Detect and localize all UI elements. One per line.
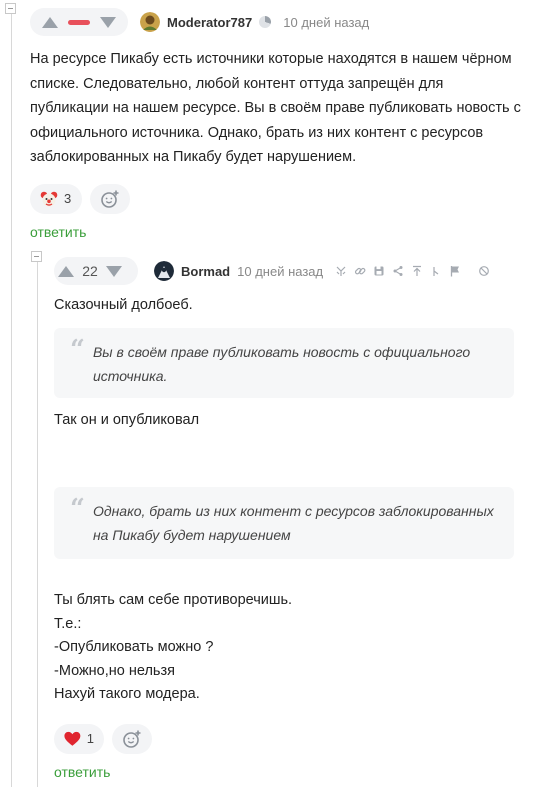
reply-link[interactable]: ответить [54,764,516,780]
comment-tools [331,264,493,278]
add-reaction-button[interactable] [90,183,130,214]
downvote-icon[interactable] [100,16,116,28]
reply-link[interactable]: ответить [30,224,530,240]
author-name[interactable]: Bormad [181,264,230,279]
reaction-count: 3 [64,191,72,206]
comment-text: На ресурсе Пикабу есть источники которые… [30,51,521,165]
pin-icon[interactable] [426,264,445,278]
add-emoji-icon [123,730,141,748]
quote-block: “ Вы в своём праве публиковать новость с… [54,327,514,398]
comment-moderator: Moderator787 10 дней назад На ресурсе Пи… [30,8,530,240]
save-icon[interactable] [369,264,388,278]
comment-header: 22 Bormad 10 дней назад [54,257,516,285]
comment-line: Сказочный долбоеб. [54,297,193,313]
block-icon[interactable] [474,264,493,278]
quote-block: “ Однако, брать из них контент с ресурсо… [54,487,514,559]
add-emoji-icon [101,190,119,208]
comment-tail-text: Ты блять сам себе противоречишь. Т.е.: -… [54,589,516,707]
clown-face-icon [40,191,58,206]
comment-bormad: 22 Bormad 10 дней назад Сказочный долбое… [54,257,516,780]
rating-control: 22 [54,257,138,285]
branch-icon[interactable] [331,264,350,278]
moderator-status-icon [259,16,272,28]
comment-date[interactable]: 10 дней назад [237,264,323,279]
upvote-icon[interactable] [42,16,58,28]
comment-line: Т.е.: [54,615,82,632]
comment-header: Moderator787 10 дней назад [30,8,530,36]
add-reaction-button[interactable] [112,723,152,754]
quote-text: Однако, брать из них контент с ресурсов … [92,503,494,543]
rating-negative-indicator [68,19,90,25]
collapse-toggle-comment1[interactable] [5,3,16,14]
avatar[interactable] [140,12,160,32]
thread-line-reply [37,262,38,787]
share-icon[interactable] [388,264,407,278]
comment-line: Ты блять сам себе противоречишь. [54,592,293,608]
rating-control [30,8,128,36]
author-name[interactable]: Moderator787 [167,15,252,30]
upvote-icon[interactable] [58,265,74,277]
collapse-toggle-comment2[interactable] [31,251,42,262]
avatar[interactable] [154,261,174,281]
reactions-bar: 1 [54,723,516,754]
comment-line: -Опубликовать можно ? [54,639,214,655]
quote-icon: “ [70,494,85,524]
rating-value: 22 [82,263,98,279]
comment-line: Так он и опубликовал [54,411,200,428]
comment-date[interactable]: 10 дней назад [283,15,369,30]
reaction-heart[interactable]: 1 [54,723,104,754]
downvote-icon[interactable] [106,265,122,277]
pin-top-icon[interactable] [407,264,426,278]
comment-line: -Можно,но нельзя [54,662,175,679]
thread-line-root [11,14,12,787]
flag-icon[interactable] [445,264,464,278]
reaction-clown[interactable]: 3 [30,183,82,214]
quote-icon: “ [70,334,85,365]
comment-line: Нахуй такого модера. [54,686,200,702]
reactions-bar: 3 [30,183,530,214]
heart-icon [64,731,81,746]
quote-text: Вы в своём праве публиковать новость с о… [92,343,471,384]
link-icon[interactable] [350,264,369,278]
reaction-count: 1 [86,731,94,746]
